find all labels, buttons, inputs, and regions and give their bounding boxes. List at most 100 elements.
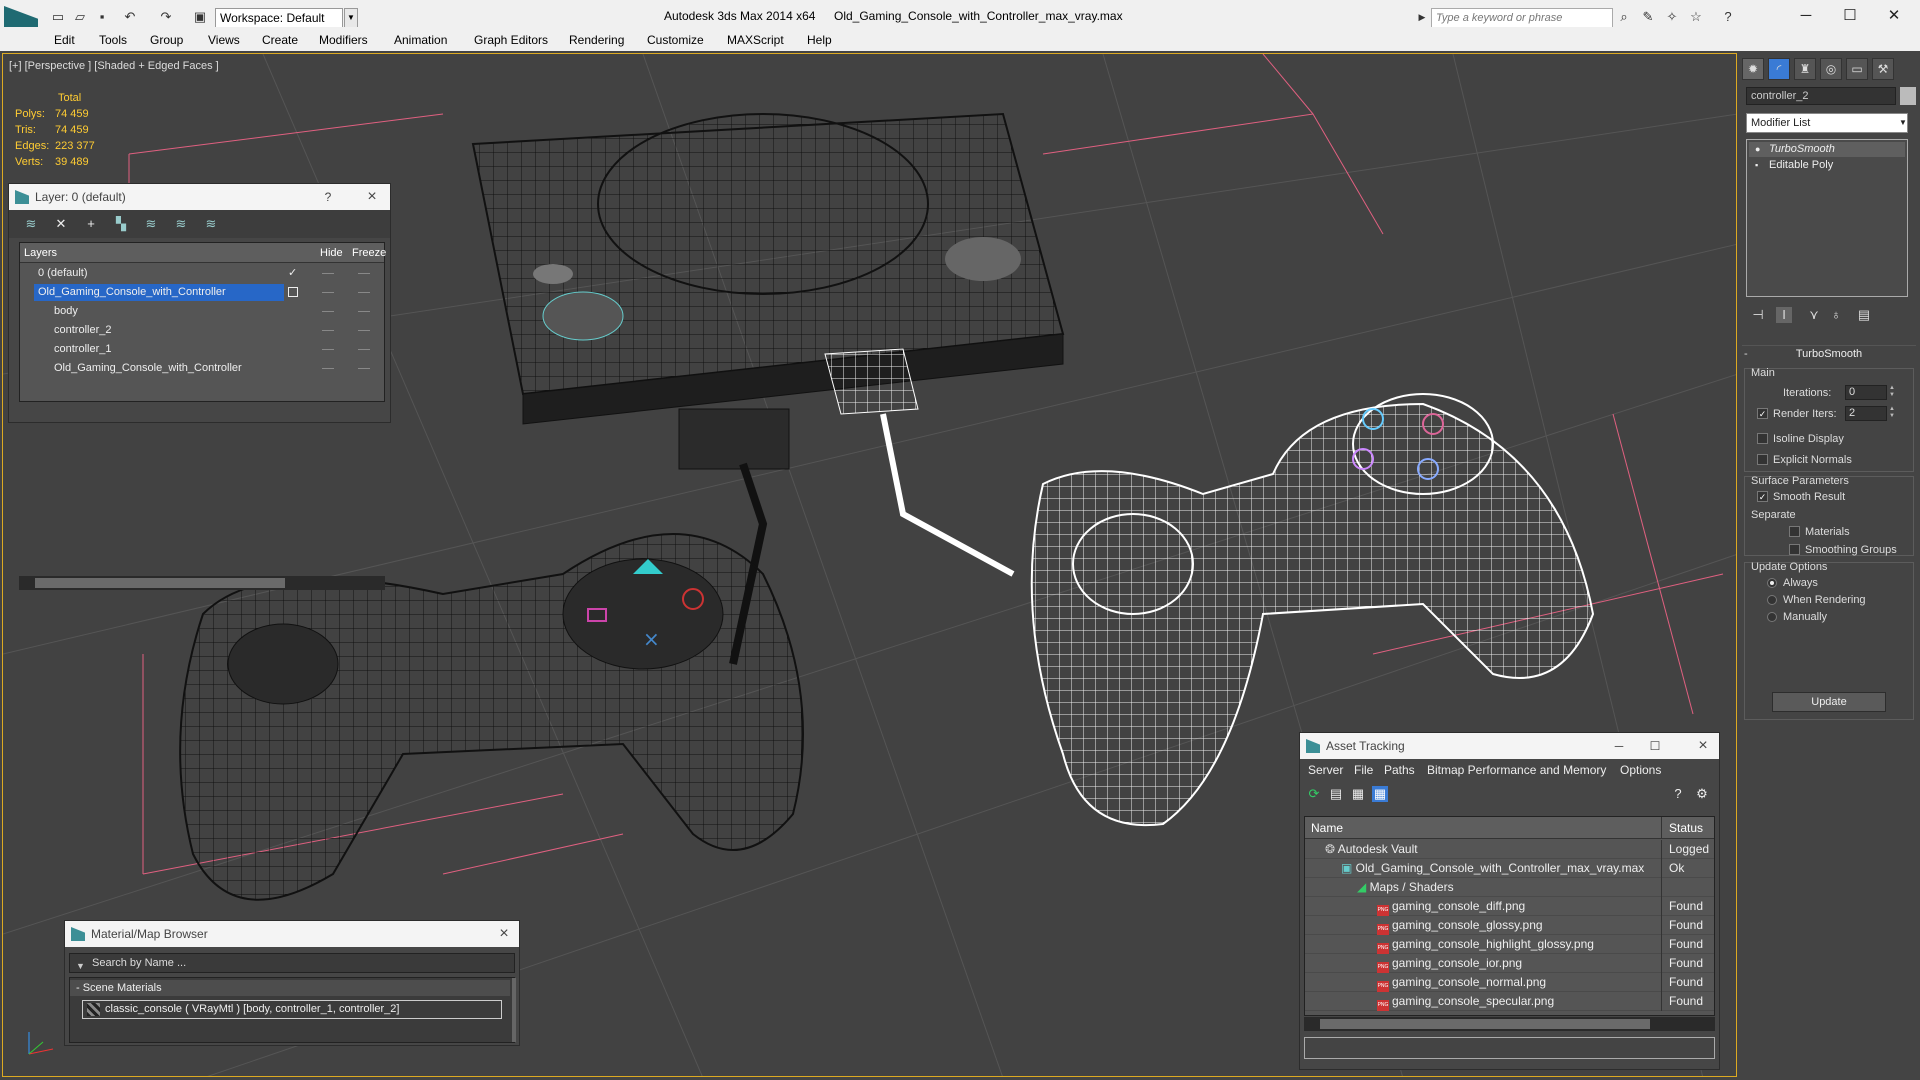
thumbnail-view-icon[interactable]: ▦ <box>1350 786 1366 802</box>
asset-row[interactable]: ◢ Maps / Shaders <box>1305 878 1714 897</box>
configure-modifier-sets-icon[interactable]: ▤ <box>1856 307 1872 323</box>
layer-help-button[interactable]: ? <box>315 184 341 210</box>
freeze-toggle[interactable] <box>358 311 370 312</box>
asset-row[interactable]: PNG gaming_console_diff.png Found <box>1305 897 1714 916</box>
hide-toggle[interactable] <box>322 330 334 331</box>
render-iters-checkbox[interactable]: ✓ <box>1757 408 1768 419</box>
scroll-thumb[interactable] <box>1320 1019 1650 1029</box>
freeze-toggle[interactable] <box>358 330 370 331</box>
menu-help[interactable]: Help <box>807 33 832 47</box>
create-layer-icon[interactable]: ≋ <box>23 216 39 232</box>
menu-create[interactable]: Create <box>262 33 298 47</box>
chevron-down-icon[interactable]: ▼ <box>76 957 85 975</box>
set-current-layer-checkbox[interactable] <box>288 287 298 297</box>
expand-plus-icon[interactable]: ▪ <box>1755 158 1758 173</box>
layer-row-controller-2[interactable]: controller_2 <box>20 321 384 340</box>
favorites-star-icon[interactable]: ☆ <box>1688 9 1704 25</box>
col-status[interactable]: Status <box>1669 821 1703 835</box>
menu-customize[interactable]: Customize <box>647 33 704 47</box>
asset-menu-file[interactable]: File <box>1354 763 1373 777</box>
modify-tab-icon[interactable]: ◜ <box>1768 58 1790 80</box>
spinner-arrows-icon[interactable]: ▲ ▼ <box>1889 406 1897 421</box>
layer-panel-titlebar[interactable]: Layer: 0 (default) ? × <box>9 184 390 210</box>
binoculars-icon[interactable]: ⌕ <box>1616 9 1632 25</box>
scene-materials-group[interactable]: - Scene Materials <box>70 980 510 996</box>
menu-maxscript[interactable]: MAXScript <box>727 33 784 47</box>
help-icon[interactable]: ? <box>1670 786 1686 802</box>
asset-menu-bitmap-performance[interactable]: Bitmap Performance and Memory <box>1427 763 1606 777</box>
asset-close-button[interactable]: × <box>1690 733 1716 759</box>
subscription-icon[interactable]: ✧ <box>1664 9 1680 25</box>
asset-horizontal-scrollbar[interactable] <box>1304 1017 1715 1031</box>
material-search-input[interactable]: ▼ Search by Name ... <box>69 953 515 973</box>
menu-rendering[interactable]: Rendering <box>569 33 624 47</box>
make-unique-icon[interactable]: ⋎ <box>1806 307 1822 323</box>
manually-radio[interactable] <box>1767 612 1777 622</box>
layer-row-console-object[interactable]: Old_Gaming_Console_with_Controller <box>20 359 384 378</box>
material-browser-close-button[interactable]: × <box>491 921 517 947</box>
workspace-dropdown[interactable]: Workspace: Default <box>215 8 343 28</box>
help-icon[interactable]: ? <box>1720 9 1736 25</box>
asset-row[interactable]: PNG gaming_console_specular.png Found <box>1305 992 1714 1011</box>
close-button[interactable]: ✕ <box>1876 4 1912 28</box>
remove-modifier-icon[interactable]: ♁ <box>1828 307 1844 323</box>
freeze-toggle[interactable] <box>358 273 370 274</box>
menu-graph-editors[interactable]: Graph Editors <box>474 33 548 47</box>
pin-stack-icon[interactable]: ⊣ <box>1750 307 1766 323</box>
refresh-icon[interactable]: ⟳ <box>1306 786 1322 802</box>
create-tab-icon[interactable]: ✹ <box>1742 58 1764 80</box>
highlight-layer-icon[interactable]: ≋ <box>143 216 159 232</box>
update-button[interactable]: Update <box>1772 692 1886 712</box>
freeze-all-layers-icon[interactable]: ≋ <box>203 216 219 232</box>
asset-row[interactable]: ❂ Autodesk Vault Logged <box>1305 840 1714 859</box>
col-name[interactable]: Name <box>1311 821 1343 835</box>
col-freeze[interactable]: Freeze <box>352 247 386 259</box>
layer-horizontal-scrollbar[interactable] <box>19 576 385 590</box>
col-hide[interactable]: Hide <box>320 247 343 259</box>
layer-row-default[interactable]: 0 (default) ✓ <box>20 264 384 283</box>
menu-tools[interactable]: Tools <box>99 33 127 47</box>
show-end-result-icon[interactable]: I <box>1776 307 1792 323</box>
materials-checkbox[interactable] <box>1789 526 1800 537</box>
hide-toggle[interactable] <box>322 273 334 274</box>
open-file-icon[interactable]: ▱ <box>72 9 88 25</box>
rollout-title[interactable]: TurboSmooth <box>1742 348 1916 364</box>
settings-icon[interactable]: ⚙ <box>1694 786 1710 802</box>
delete-layer-icon[interactable]: ✕ <box>53 216 69 232</box>
asset-minimize-button[interactable]: ─ <box>1606 733 1632 759</box>
utilities-tab-icon[interactable]: ⚒ <box>1872 58 1894 80</box>
asset-row[interactable]: PNG gaming_console_highlight_glossy.png Fo… <box>1305 935 1714 954</box>
render-iters-spinner[interactable]: 2 <box>1845 406 1887 421</box>
freeze-toggle[interactable] <box>358 349 370 350</box>
spinner-arrows-icon[interactable]: ▲ ▼ <box>1889 385 1897 400</box>
iterations-spinner[interactable]: 0 <box>1845 385 1887 400</box>
menu-modifiers[interactable]: Modifiers <box>319 33 368 47</box>
save-file-icon[interactable]: ▪ <box>94 9 110 25</box>
col-layers[interactable]: Layers <box>24 247 57 259</box>
smooth-result-checkbox[interactable]: ✓ <box>1757 491 1768 502</box>
hide-toggle[interactable] <box>322 349 334 350</box>
chevron-down-icon[interactable]: ▼ <box>344 8 358 28</box>
menu-group[interactable]: Group <box>150 33 183 47</box>
stack-item-editable-poly[interactable]: ▪ Editable Poly <box>1749 158 1905 173</box>
column-divider[interactable] <box>1661 817 1662 839</box>
keyword-search-input[interactable]: Type a keyword or phrase <box>1431 8 1613 29</box>
asset-menu-server[interactable]: Server <box>1308 763 1343 777</box>
asset-row[interactable]: PNG gaming_console_normal.png Found <box>1305 973 1714 992</box>
maximize-button[interactable]: ☐ <box>1832 4 1868 28</box>
hide-all-layers-icon[interactable]: ≋ <box>173 216 189 232</box>
layer-row-console[interactable]: Old_Gaming_Console_with_Controller <box>20 283 384 302</box>
hide-toggle[interactable] <box>322 311 334 312</box>
menu-edit[interactable]: Edit <box>54 33 75 47</box>
viewport-label[interactable]: [+] [Perspective ] [Shaded + Edged Faces… <box>9 60 219 72</box>
hierarchy-tab-icon[interactable]: ♜ <box>1794 58 1816 80</box>
asset-menu-paths[interactable]: Paths <box>1384 763 1415 777</box>
hide-toggle[interactable] <box>322 368 334 369</box>
new-file-icon[interactable]: ▭ <box>50 9 66 25</box>
asset-menu-options[interactable]: Options <box>1620 763 1661 777</box>
always-radio[interactable] <box>1767 578 1777 588</box>
play-arrow-icon[interactable]: ▶ <box>1414 9 1430 25</box>
minimize-button[interactable]: ─ <box>1788 4 1824 28</box>
display-tab-icon[interactable]: ▭ <box>1846 58 1868 80</box>
list-view-icon[interactable]: ▤ <box>1328 786 1344 802</box>
